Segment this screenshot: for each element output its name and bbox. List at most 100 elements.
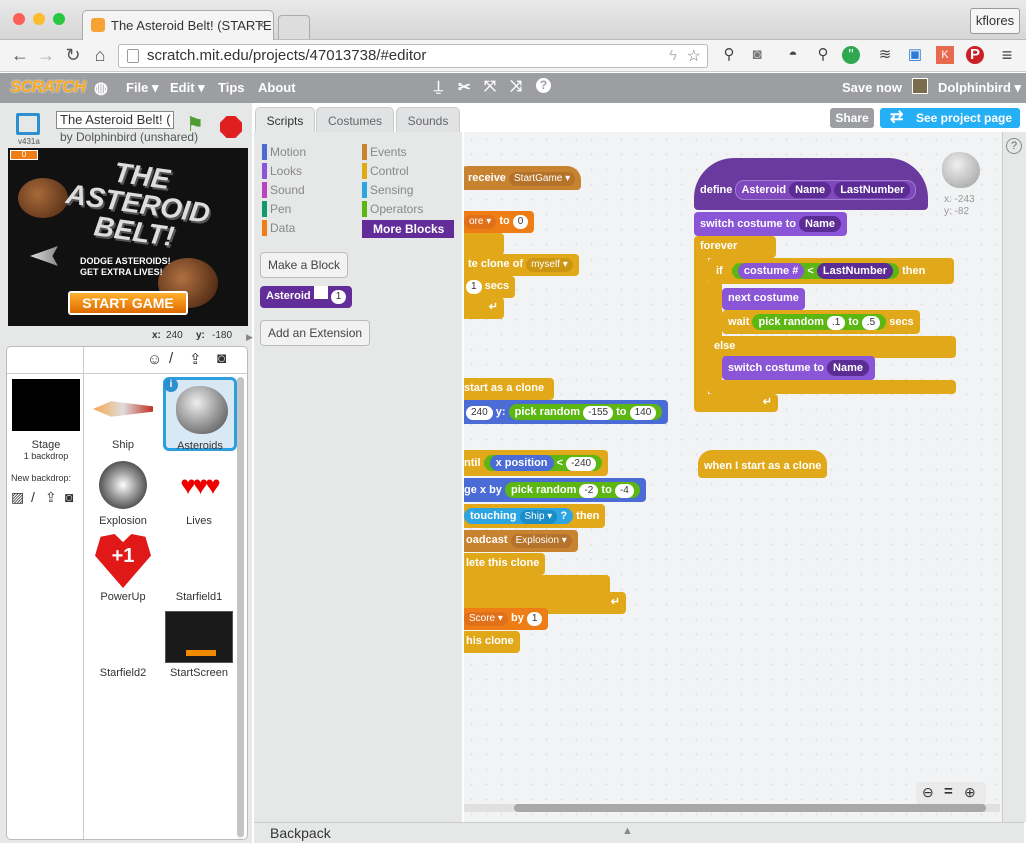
switch-costume-block[interactable]: switch costume to Name xyxy=(722,356,875,380)
pinterest-icon[interactable]: P xyxy=(966,46,984,64)
value-input[interactable]: -240 xyxy=(566,457,597,471)
delete-clone-block[interactable]: lete this clone xyxy=(464,553,546,575)
set-variable-block[interactable]: ore ▾ to 0 xyxy=(464,211,535,233)
fullscreen-icon[interactable] xyxy=(16,113,40,135)
category-events[interactable]: Events xyxy=(362,144,407,160)
address-bar[interactable]: scratch.mit.edu/projects/47013738/#edito… xyxy=(118,44,708,68)
define-prototype[interactable]: Asteroid Name LastNumber xyxy=(735,180,917,200)
close-window-icon[interactable] xyxy=(13,13,25,25)
wait-block[interactable]: 1 secs xyxy=(464,276,516,298)
tool-icon[interactable]: ⚲ xyxy=(814,46,832,64)
incognito-icon[interactable]: ◓ xyxy=(784,46,802,64)
sprite-tile-selected[interactable]: i Asteroids xyxy=(163,377,237,452)
value-input[interactable]: .5 xyxy=(861,316,881,330)
category-looks[interactable]: Looks xyxy=(262,163,302,179)
tab-sounds[interactable]: Sounds xyxy=(396,107,460,134)
asteroid-custom-block[interactable]: Asteroid 1 xyxy=(260,286,353,308)
save-now-button[interactable]: Save now xyxy=(842,80,902,95)
make-a-block-button[interactable]: Make a Block xyxy=(260,252,349,278)
param-reporter[interactable]: LastNumber xyxy=(816,263,894,279)
zoom-window-icon[interactable] xyxy=(53,13,65,25)
bookmark-star-icon[interactable]: ☆ xyxy=(687,46,701,66)
close-tab-icon[interactable]: × xyxy=(257,17,265,32)
scripts-area[interactable]: receive StartGame ▾ ore ▾ to 0 te clone … xyxy=(464,132,1002,822)
next-costume-block[interactable]: next costume xyxy=(722,288,805,310)
sprite-library-icon[interactable]: ☺ xyxy=(147,351,162,368)
sprite-tile[interactable]: Starfield2 xyxy=(87,609,159,679)
stage-canvas[interactable]: 0 THE ASTEROID BELT! DODGE ASTEROIDS! GE… xyxy=(8,148,248,326)
duplicate-stamp-icon[interactable]: ⍊ xyxy=(434,78,443,95)
value-input[interactable]: 240 xyxy=(466,406,493,420)
sprites-scrollbar[interactable] xyxy=(237,377,244,839)
user-avatar[interactable] xyxy=(912,78,928,94)
globe-icon[interactable]: ◍ xyxy=(94,78,108,98)
horizontal-scrollbar[interactable] xyxy=(464,804,1000,812)
account-menu[interactable]: Dolphinbird ▾ xyxy=(938,80,1021,96)
home-icon[interactable]: ⌂ xyxy=(90,45,110,66)
backpack-bar[interactable]: Backpack ▲ xyxy=(254,822,1024,843)
zoom-in-icon[interactable]: ⊕ xyxy=(964,784,976,801)
camera-icon[interactable]: ◙ xyxy=(217,350,226,367)
create-clone-block[interactable]: te clone of myself ▾ xyxy=(464,254,579,276)
less-than-operator[interactable]: x position < -240 xyxy=(483,455,603,471)
sprite-tile[interactable]: Ship xyxy=(87,381,159,451)
add-extension-button[interactable]: Add an Extension xyxy=(260,320,371,346)
value-input[interactable]: 1 xyxy=(526,612,543,626)
change-x-block[interactable]: ge x by pick random -2 to -4 xyxy=(464,478,646,502)
wrench-icon[interactable]: ⚲ xyxy=(720,46,738,64)
touching-reporter[interactable]: touching Ship ▾ ? xyxy=(464,508,574,524)
message-dropdown[interactable]: Explosion ▾ xyxy=(510,534,572,548)
scratch-logo[interactable]: SCRATCH xyxy=(10,77,86,97)
pocket-icon[interactable]: ◙ xyxy=(748,46,766,64)
sprite-tile[interactable]: ♥♥♥ Lives xyxy=(163,457,235,528)
grow-icon[interactable]: ⤧ xyxy=(484,78,496,95)
value-input[interactable]: 140 xyxy=(629,406,657,420)
edit-menu[interactable]: Edit ▾ xyxy=(170,80,205,96)
see-project-page-button[interactable]: ⇄ See project page xyxy=(880,108,1020,128)
category-motion[interactable]: Motion xyxy=(262,144,306,160)
control-block[interactable] xyxy=(464,233,504,255)
broadcast-block[interactable]: oadcast Explosion ▾ xyxy=(464,530,578,552)
new-tab-button[interactable] xyxy=(278,15,310,39)
category-pen[interactable]: Pen xyxy=(262,201,291,217)
value-input[interactable]: .1 xyxy=(826,316,846,330)
category-sensing[interactable]: Sensing xyxy=(362,182,413,198)
category-operators[interactable]: Operators xyxy=(362,201,423,217)
stage-thumbnail[interactable]: Stage 1 backdrop xyxy=(11,379,81,461)
paint-brush-icon[interactable]: / xyxy=(169,350,173,367)
variable-dropdown[interactable]: ore ▾ xyxy=(464,215,497,229)
when-start-clone-block[interactable]: start as a clone xyxy=(464,378,554,400)
sprite-dropdown[interactable]: Ship ▾ xyxy=(519,510,558,524)
param-reporter[interactable]: Name xyxy=(789,182,832,198)
repeat-until-block[interactable]: ntil x position < -240 xyxy=(464,450,609,476)
tab-costumes[interactable]: Costumes xyxy=(316,107,394,134)
param-reporter[interactable]: LastNumber xyxy=(834,182,911,198)
backdrop-camera-icon[interactable]: ◙ xyxy=(65,489,73,505)
block-arg-input[interactable]: 1 xyxy=(330,290,347,304)
shrink-icon[interactable]: ⤨ xyxy=(510,78,522,95)
sprite-tile[interactable]: StartScreen xyxy=(163,609,235,679)
category-control[interactable]: Control xyxy=(362,163,409,179)
wait-block[interactable]: wait pick random .1 to .5 secs xyxy=(722,310,920,334)
forward-icon[interactable]: → xyxy=(36,45,56,66)
chrome-menu-icon[interactable]: ≡ xyxy=(998,46,1016,64)
pick-random-reporter[interactable]: pick random -2 to -4 xyxy=(504,482,640,498)
sprite-tile[interactable]: Starfield1 xyxy=(163,533,235,603)
x-position-reporter[interactable]: x position xyxy=(489,455,554,471)
delete-clone-block[interactable]: his clone xyxy=(464,631,520,653)
category-sound[interactable]: Sound xyxy=(262,182,305,198)
category-data[interactable]: Data xyxy=(262,220,295,236)
value-input[interactable]: -2 xyxy=(579,484,599,498)
value-input[interactable]: -4 xyxy=(614,484,634,498)
if-else-block[interactable]: if costume # < LastNumber then xyxy=(708,258,954,284)
tips-menu[interactable]: Tips xyxy=(218,80,245,95)
define-hat-block[interactable]: define Asteroid Name LastNumber xyxy=(694,158,928,210)
start-game-button[interactable]: START GAME xyxy=(68,291,188,315)
pick-random-reporter[interactable]: pick random .1 to .5 xyxy=(752,314,887,330)
file-menu[interactable]: File ▾ xyxy=(126,80,159,96)
costume-number-reporter[interactable]: costume # xyxy=(737,263,805,279)
change-score-block[interactable]: Score ▾ by 1 xyxy=(464,608,549,630)
scrollbar-thumb[interactable] xyxy=(514,804,986,812)
block-arg-input[interactable] xyxy=(313,286,328,299)
when-receive-hat-block[interactable]: receive StartGame ▾ xyxy=(464,166,582,190)
